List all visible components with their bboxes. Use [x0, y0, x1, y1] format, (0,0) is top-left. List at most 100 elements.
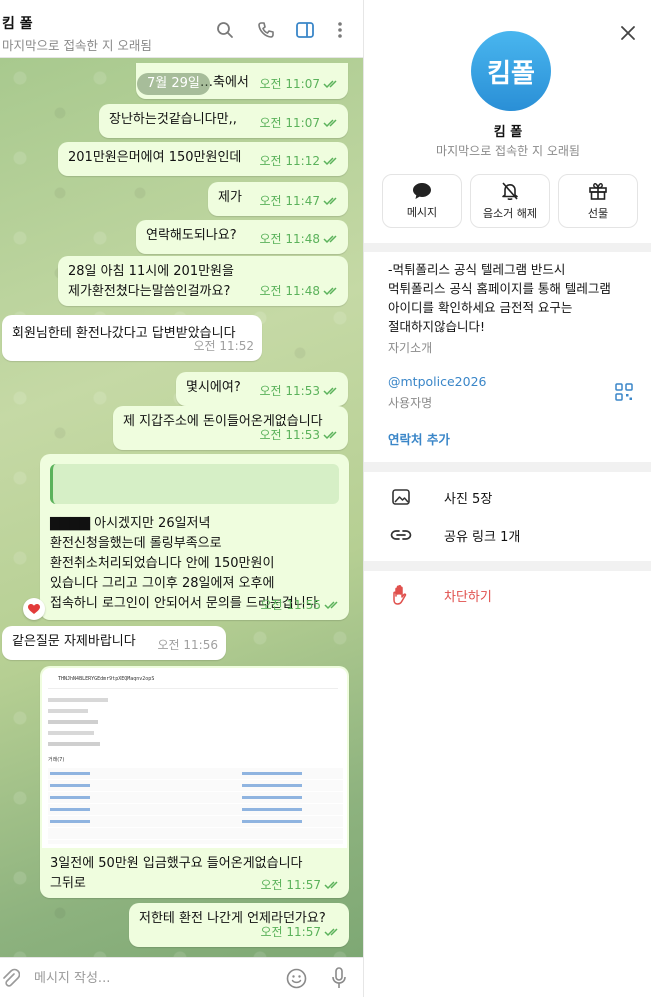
sidebar-toggle-icon[interactable] — [295, 20, 315, 40]
profile-empty-area — [364, 614, 651, 997]
message-meta: 오전 11:12 — [260, 151, 340, 171]
gift-icon — [589, 183, 607, 200]
message-bubble[interactable]: 장난하는것같습니다만,, 오전 11:07 — [99, 104, 348, 138]
message-time: 오전 11:53 — [259, 428, 320, 442]
photo-icon — [390, 486, 412, 508]
section-divider — [364, 462, 651, 472]
qr-code-icon[interactable] — [615, 383, 635, 403]
message-bubble[interactable]: 연락해도되나요? 오전 11:48 — [136, 220, 348, 254]
message-meta: 오전 11:07 — [260, 74, 340, 94]
reply-preview[interactable] — [50, 464, 339, 504]
message-meta: 오전 11:57 — [261, 876, 341, 893]
link-icon — [390, 524, 412, 546]
shared-links-label: 공유 링크 1개 — [444, 529, 521, 545]
add-contact-button[interactable]: 연락처 추가 — [388, 429, 450, 448]
bio-label: 자기소개 — [388, 341, 433, 355]
username-label: 사용자명 — [388, 396, 433, 410]
message-button-label: 메시지 — [406, 206, 438, 219]
double-check-icon — [324, 601, 338, 610]
message-time: 오전 11:07 — [259, 77, 320, 91]
double-check-icon — [324, 928, 338, 937]
message-button[interactable]: 메시지 — [382, 174, 462, 228]
chat-status: 마지막으로 접속한 지 오래됨 — [2, 38, 152, 53]
message-bubble[interactable]: 같은질문 자제바랍니다 오전 11:56 — [2, 626, 226, 660]
message-time: 오전 11:48 — [259, 284, 320, 298]
chat-pane: 킴 폴 마지막으로 접속한 지 오래됨 7월 29일 …축에서 오전 11:07… — [0, 0, 363, 997]
section-divider — [364, 561, 651, 571]
message-composer — [0, 957, 363, 997]
search-icon[interactable] — [215, 20, 235, 40]
double-check-icon — [323, 119, 337, 128]
chat-bubble-icon — [413, 183, 431, 199]
hand-stop-icon — [390, 584, 412, 606]
close-icon[interactable] — [619, 24, 637, 42]
message-time: 오전 11:52 — [193, 339, 254, 353]
double-check-icon — [324, 880, 338, 889]
date-pill: 7월 29일 — [137, 73, 210, 95]
message-time: 오전 11:56 — [157, 638, 218, 652]
message-bubble[interactable]: 제가 오전 11:47 — [208, 182, 348, 216]
phone-icon[interactable] — [256, 20, 276, 40]
double-check-icon — [323, 80, 337, 89]
profile-bio: -먹튀폴리스 공식 텔레그램 반드시 먹튀폴리스 공식 홈페이지를 통해 텔레그… — [388, 262, 611, 334]
message-time: 오전 11:55 — [260, 598, 321, 612]
message-meta: 오전 11:55 — [261, 595, 341, 615]
message-bubble[interactable]: ▇▇▇▇ 아시겠지만 26일저녁 환전신청을했는데 롤링부족으로 환전취소처리되… — [40, 454, 349, 620]
chat-header[interactable]: 킴 폴 마지막으로 접속한 지 오래됨 — [0, 0, 363, 58]
profile-status: 마지막으로 접속한 지 오래됨 — [436, 144, 580, 158]
message-meta: 오전 11:47 — [260, 191, 340, 211]
double-check-icon — [323, 235, 337, 244]
chat-title[interactable]: 킴 폴 — [2, 13, 33, 33]
message-input[interactable] — [34, 968, 274, 988]
attach-icon[interactable] — [0, 968, 22, 990]
tx-rows-label: 거래(7) — [48, 757, 65, 763]
message-meta: 오전 11:53 — [260, 425, 340, 445]
shared-links-row[interactable]: 공유 링크 1개 — [364, 517, 651, 553]
emoji-icon[interactable] — [286, 968, 308, 990]
image-message-bubble[interactable]: THNJhN4BLERYGEdmr9tpXEQMaqnv2opS 거래(7) 3… — [40, 666, 349, 898]
profile-name: 킴 폴 — [493, 125, 523, 140]
block-label: 차단하기 — [444, 589, 492, 605]
message-bubble[interactable]: 몇시에여? 오전 11:53 — [176, 372, 348, 406]
message-bubble[interactable]: 28일 아침 11시에 201만원을 제가환전쳤다는말씀인걸까요? 오전 11:… — [58, 256, 348, 306]
unmute-button-label: 음소거 해제 — [482, 207, 538, 220]
message-bubble[interactable]: 제 지갑주소에 돈이들어온게없습니다 오전 11:53 — [113, 406, 348, 450]
gift-button-label: 선물 — [587, 207, 609, 220]
message-meta: 오전 11:56 — [158, 635, 218, 655]
message-meta: 오전 11:48 — [260, 229, 340, 249]
username-link[interactable]: @mtpolice2026 — [388, 374, 486, 389]
double-check-icon — [323, 197, 337, 206]
message-bubble[interactable]: 저한테 환전 나간게 언제라던가요? 오전 11:57 — [129, 903, 349, 947]
more-menu-icon[interactable] — [330, 20, 350, 40]
section-divider — [364, 243, 651, 252]
message-time: 오전 11:53 — [259, 384, 320, 398]
photos-label: 사진 5장 — [444, 491, 493, 507]
avatar[interactable]: 킴폴 — [471, 31, 551, 111]
message-meta: 오전 11:53 — [260, 381, 340, 401]
photos-row[interactable]: 사진 5장 — [364, 479, 651, 515]
message-time: 오전 11:47 — [259, 194, 320, 208]
double-check-icon — [323, 387, 337, 396]
double-check-icon — [323, 157, 337, 166]
double-check-icon — [323, 287, 337, 296]
bell-off-icon — [502, 182, 518, 201]
double-check-icon — [323, 431, 337, 440]
transaction-screenshot[interactable]: THNJhN4BLERYGEdmr9tpXEQMaqnv2opS 거래(7) — [42, 668, 347, 848]
message-bubble[interactable]: 회원님한테 환전나갔다고 답변받았습니다 오전 11:52 — [2, 315, 262, 361]
microphone-icon[interactable] — [331, 967, 351, 989]
message-meta: 오전 11:57 — [261, 922, 341, 942]
profile-panel: 킴폴 킴 폴 마지막으로 접속한 지 오래됨 메시지 음소거 해제 선물 -먹튀… — [363, 0, 651, 997]
unmute-button[interactable]: 음소거 해제 — [470, 174, 550, 228]
message-time: 오전 11:57 — [260, 878, 321, 892]
message-meta: 오전 11:52 — [194, 336, 254, 356]
message-time: 오전 11:48 — [259, 232, 320, 246]
heart-reaction-icon[interactable] — [23, 598, 45, 620]
message-time: 오전 11:57 — [260, 925, 321, 939]
message-time: 오전 11:12 — [259, 154, 320, 168]
block-row[interactable]: 차단하기 — [364, 577, 651, 613]
message-bubble[interactable]: 201만원은머에여 150만원인데 오전 11:12 — [58, 142, 348, 176]
gift-button[interactable]: 선물 — [558, 174, 638, 228]
message-meta: 오전 11:07 — [260, 113, 340, 133]
tx-address: THNJhN4BLERYGEdmr9tpXEQMaqnv2opS — [58, 676, 155, 682]
message-meta: 오전 11:48 — [260, 281, 340, 301]
